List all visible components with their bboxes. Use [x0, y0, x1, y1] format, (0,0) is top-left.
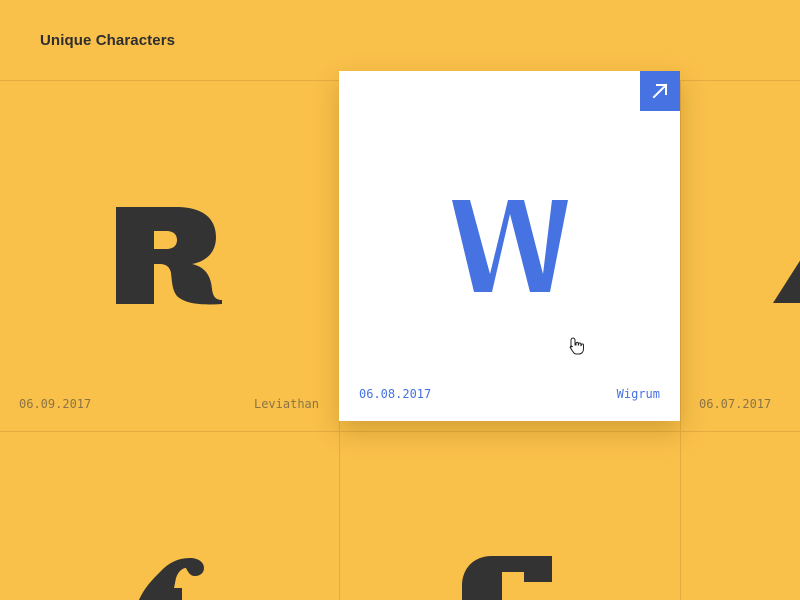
character-tile[interactable]: 06.07.2017	[681, 81, 800, 431]
hand-pointer-icon	[569, 337, 584, 355]
glyph-a	[773, 260, 800, 303]
glyph-f	[138, 558, 204, 600]
tile-date: 06.09.2017	[19, 397, 92, 411]
card-date: 06.08.2017	[359, 387, 432, 401]
featured-character-card[interactable]: 06.08.2017 Wigrum	[339, 71, 680, 421]
glyph-g	[462, 556, 552, 600]
character-tile[interactable]	[340, 432, 680, 600]
site-title[interactable]: Unique Characters	[40, 32, 175, 49]
arrow-up-right-icon	[652, 83, 668, 99]
open-button[interactable]	[640, 71, 680, 111]
tile-date: 06.07.2017	[699, 397, 772, 411]
glyph-r	[116, 207, 222, 305]
character-tile[interactable]: 06.09.2017 Leviathan	[0, 81, 339, 431]
card-font-name: Wigrum	[616, 387, 660, 401]
header: Unique Characters	[0, 0, 800, 81]
character-tile[interactable]	[0, 432, 339, 600]
tile-font-name: Leviathan	[253, 397, 319, 411]
glyph-w	[452, 200, 568, 292]
